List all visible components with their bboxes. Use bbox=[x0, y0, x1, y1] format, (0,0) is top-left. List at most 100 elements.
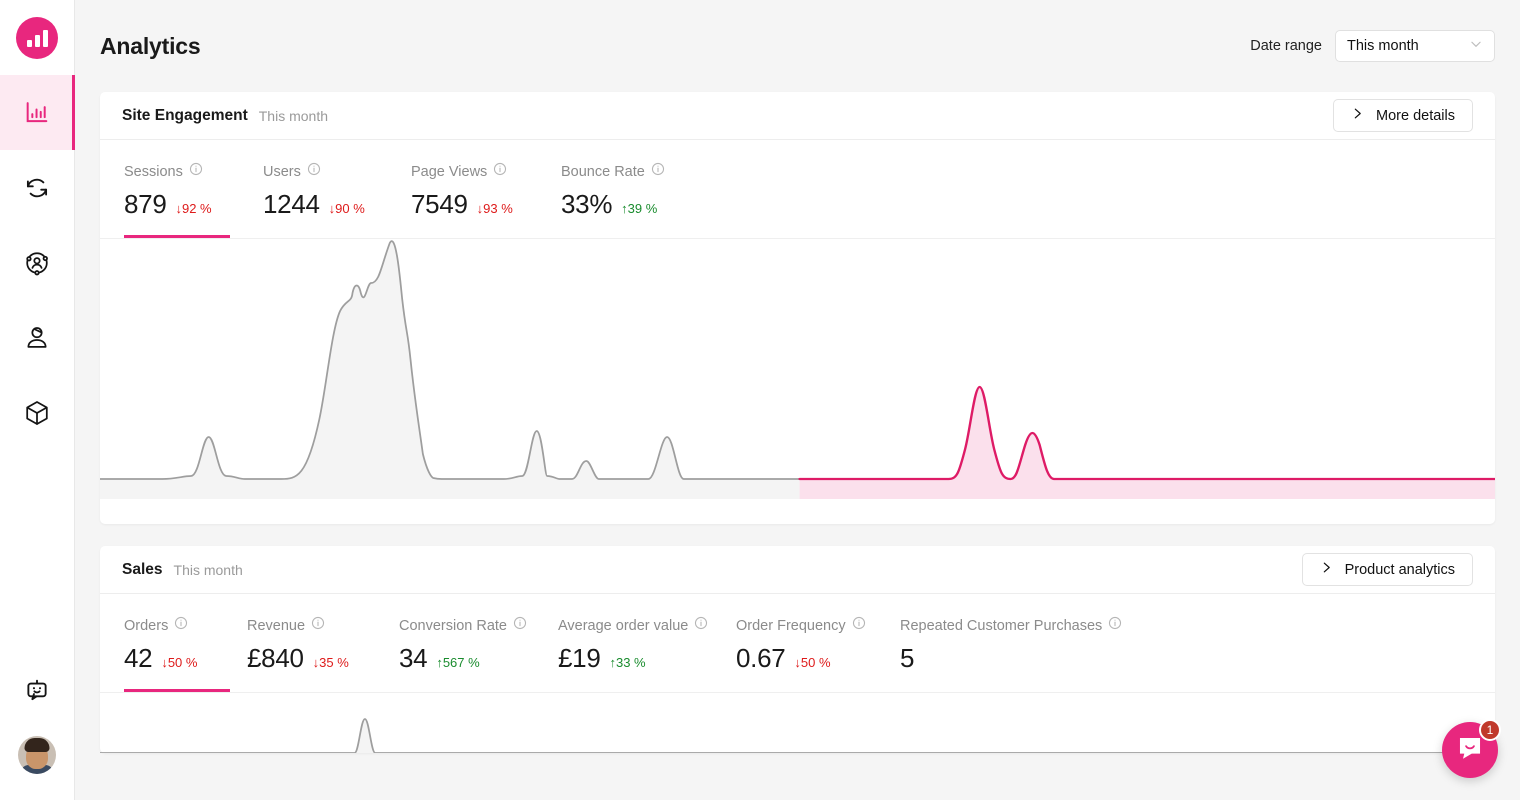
metric-order-frequency[interactable]: Order Frequency 0.67 ↓50 % bbox=[736, 616, 900, 692]
sidebar-item-assistant[interactable] bbox=[0, 662, 75, 724]
bar-chart-logo-icon bbox=[16, 16, 58, 59]
engagement-sparkline-chart bbox=[100, 239, 1495, 524]
metric-repeated-customer-purchases[interactable]: Repeated Customer Purchases 5 bbox=[900, 616, 1150, 692]
more-details-label: More details bbox=[1376, 107, 1455, 124]
metric-label: Page Views bbox=[411, 163, 488, 180]
metric-value: 7549 bbox=[411, 189, 468, 219]
metric-value: £840 bbox=[247, 643, 304, 673]
date-range-select[interactable]: This month bbox=[1335, 30, 1495, 62]
chat-bot-icon bbox=[23, 677, 51, 710]
sidebar-item-audience[interactable] bbox=[0, 225, 75, 300]
series-current-fill bbox=[799, 387, 1495, 499]
metric-label: Revenue bbox=[247, 617, 306, 634]
metric-delta: ↓92 % bbox=[175, 201, 212, 216]
metric-page-views[interactable]: Page Views 7549 ↓93 % bbox=[411, 162, 561, 238]
metric-orders[interactable]: Orders 42 ↓50 % bbox=[124, 616, 247, 692]
chat-bubble-icon bbox=[1456, 734, 1484, 767]
card-subtitle: This month bbox=[258, 107, 328, 124]
chat-unread-badge: 1 bbox=[1479, 719, 1501, 741]
metric-label: Conversion Rate bbox=[399, 617, 507, 634]
metric-value: 879 bbox=[124, 189, 167, 219]
chat-launcher-button[interactable]: 1 bbox=[1442, 719, 1501, 778]
metric-value: 34 bbox=[399, 643, 428, 673]
sidebar-item-products[interactable] bbox=[0, 375, 75, 450]
sidebar-item-analytics[interactable] bbox=[0, 75, 75, 150]
metric-label: Order Frequency bbox=[736, 617, 846, 634]
metric-delta: ↓90 % bbox=[328, 201, 365, 216]
chevron-right-icon bbox=[1320, 561, 1333, 578]
metric-value: 1244 bbox=[263, 189, 320, 219]
metric-bounce-rate[interactable]: Bounce Rate 33% ↑39 % bbox=[561, 162, 721, 238]
info-icon[interactable] bbox=[694, 616, 708, 635]
metric-delta: ↓93 % bbox=[476, 201, 513, 216]
site-engagement-card-header: Site Engagement This month More details bbox=[100, 92, 1495, 140]
info-icon[interactable] bbox=[651, 162, 665, 181]
sidebar bbox=[0, 0, 75, 800]
metric-value: 33% bbox=[561, 189, 613, 219]
metric-value: £19 bbox=[558, 643, 601, 673]
bar-chart-icon bbox=[23, 99, 51, 127]
app-logo[interactable] bbox=[0, 0, 74, 75]
sidebar-nav bbox=[0, 75, 75, 450]
metric-sessions[interactable]: Sessions 879 ↓92 % bbox=[124, 162, 263, 238]
sales-chart-svg bbox=[100, 718, 1495, 753]
series-past-line bbox=[100, 718, 1495, 753]
date-range-value: This month bbox=[1347, 38, 1419, 54]
engagement-metrics: Sessions 879 ↓92 % Users 1244 ↓90 % Page… bbox=[100, 140, 1495, 239]
series-past-line bbox=[100, 240, 801, 480]
metric-delta: ↓50 % bbox=[161, 655, 198, 670]
info-icon[interactable] bbox=[1108, 616, 1122, 635]
sidebar-item-sync[interactable] bbox=[0, 150, 75, 225]
user-network-icon bbox=[23, 249, 51, 277]
top-bar: Analytics Date range This month bbox=[75, 0, 1520, 92]
series-past-fill bbox=[100, 241, 800, 500]
metric-delta: ↓35 % bbox=[312, 655, 349, 670]
metric-label: Orders bbox=[124, 617, 169, 634]
product-analytics-button[interactable]: Product analytics bbox=[1301, 553, 1473, 586]
metric-delta: ↓50 % bbox=[794, 655, 831, 670]
info-icon[interactable] bbox=[307, 162, 321, 181]
metric-value: 0.67 bbox=[736, 643, 786, 673]
metric-delta: ↑567 % bbox=[436, 655, 480, 670]
metric-users[interactable]: Users 1244 ↓90 % bbox=[263, 162, 411, 238]
engagement-chart-svg bbox=[100, 240, 1495, 500]
site-engagement-card: Site Engagement This month More details … bbox=[100, 92, 1495, 524]
avatar bbox=[18, 736, 56, 774]
sales-card-header: Sales This month Product analytics bbox=[100, 546, 1495, 594]
metric-conversion-rate[interactable]: Conversion Rate 34 ↑567 % bbox=[399, 616, 558, 692]
card-subtitle: This month bbox=[173, 561, 243, 578]
info-icon[interactable] bbox=[513, 616, 527, 635]
more-details-button[interactable]: More details bbox=[1333, 99, 1473, 132]
metric-value: 5 bbox=[900, 643, 915, 673]
sales-card: Sales This month Product analytics Order… bbox=[100, 546, 1495, 753]
sidebar-bottom bbox=[0, 662, 74, 800]
info-icon[interactable] bbox=[493, 162, 507, 181]
sidebar-item-customers[interactable] bbox=[0, 300, 75, 375]
info-icon[interactable] bbox=[174, 616, 188, 635]
page-title: Analytics bbox=[100, 32, 201, 59]
metric-value: 42 bbox=[124, 643, 153, 673]
series-current-line bbox=[798, 385, 1495, 481]
metric-label: Repeated Customer Purchases bbox=[900, 617, 1103, 634]
customer-icon bbox=[23, 324, 51, 352]
info-icon[interactable] bbox=[311, 616, 325, 635]
chevron-right-icon bbox=[1351, 107, 1364, 124]
metric-average-order-value[interactable]: Average order value £19 ↑33 % bbox=[558, 616, 736, 692]
info-icon[interactable] bbox=[189, 162, 203, 181]
metric-delta: ↑33 % bbox=[609, 655, 646, 670]
metric-label: Users bbox=[263, 163, 301, 180]
info-icon[interactable] bbox=[852, 616, 866, 635]
card-title: Site Engagement bbox=[122, 106, 248, 124]
sales-metrics: Orders 42 ↓50 % Revenue £840 ↓35 % Conve… bbox=[100, 594, 1495, 693]
chevron-down-icon bbox=[1469, 37, 1483, 55]
metric-label: Sessions bbox=[124, 163, 183, 180]
date-range-label: Date range bbox=[1250, 38, 1322, 54]
card-title: Sales bbox=[122, 560, 163, 578]
sales-sparkline-chart bbox=[100, 693, 1495, 753]
metric-revenue[interactable]: Revenue £840 ↓35 % bbox=[247, 616, 399, 692]
product-analytics-label: Product analytics bbox=[1344, 561, 1455, 578]
main-content: Analytics Date range This month Site Eng… bbox=[75, 0, 1520, 800]
sidebar-user-avatar[interactable] bbox=[0, 724, 75, 786]
cube-package-icon bbox=[23, 399, 51, 427]
series-past-fill bbox=[100, 719, 1495, 753]
